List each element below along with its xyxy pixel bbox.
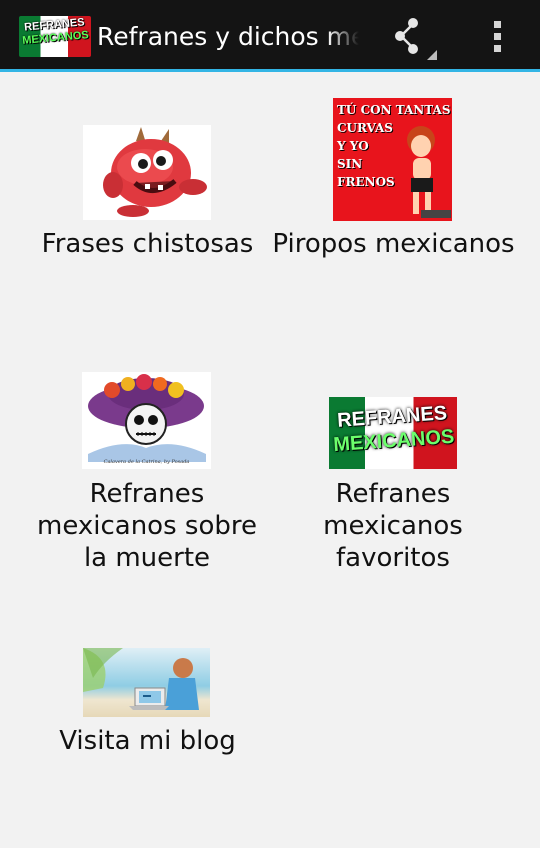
tile-label: Visita mi blog — [59, 726, 236, 756]
tile-label: Refranes mexicanos favoritos — [323, 479, 463, 573]
share-icon — [395, 18, 437, 60]
piropo-image-text: SIN — [337, 157, 363, 171]
app-title: Refranes y dichos mexicanos — [97, 22, 359, 51]
action-bar: REFRANES MEXICANOS Refranes y dichos mex… — [0, 0, 540, 69]
piropo-image-text: TÚ CON TANTAS — [337, 103, 451, 117]
refranes-mexicanos-banner-image: REFRANES MEXICANOS — [329, 397, 457, 469]
red-monster-image — [83, 125, 211, 220]
action-bar-divider — [0, 69, 540, 72]
catrina-caption: Calavera de la Catrina, by Posada — [103, 459, 190, 465]
share-button[interactable] — [382, 12, 442, 62]
piropo-image-text: FRENOS — [337, 175, 395, 189]
piropo-image-text: CURVAS — [337, 121, 393, 135]
tile-label: Frases chistosas — [41, 229, 254, 259]
tile-label: Piropos mexicanos — [272, 229, 515, 259]
app-logo[interactable]: REFRANES MEXICANOS — [19, 16, 91, 57]
overflow-menu-button[interactable] — [478, 12, 518, 62]
piropo-image-text: Y YO — [337, 139, 369, 153]
catrina-skeleton-image: Calavera de la Catrina, by Posada — [82, 372, 211, 469]
overflow-menu-icon — [494, 21, 501, 52]
tile-label: Refranes mexicanos sobre la muerte — [37, 479, 257, 573]
beach-laptop-image — [83, 648, 210, 717]
piropo-cartoon-image: TÚ CON TANTAS CURVAS Y YO SIN FRENOS — [333, 98, 452, 221]
